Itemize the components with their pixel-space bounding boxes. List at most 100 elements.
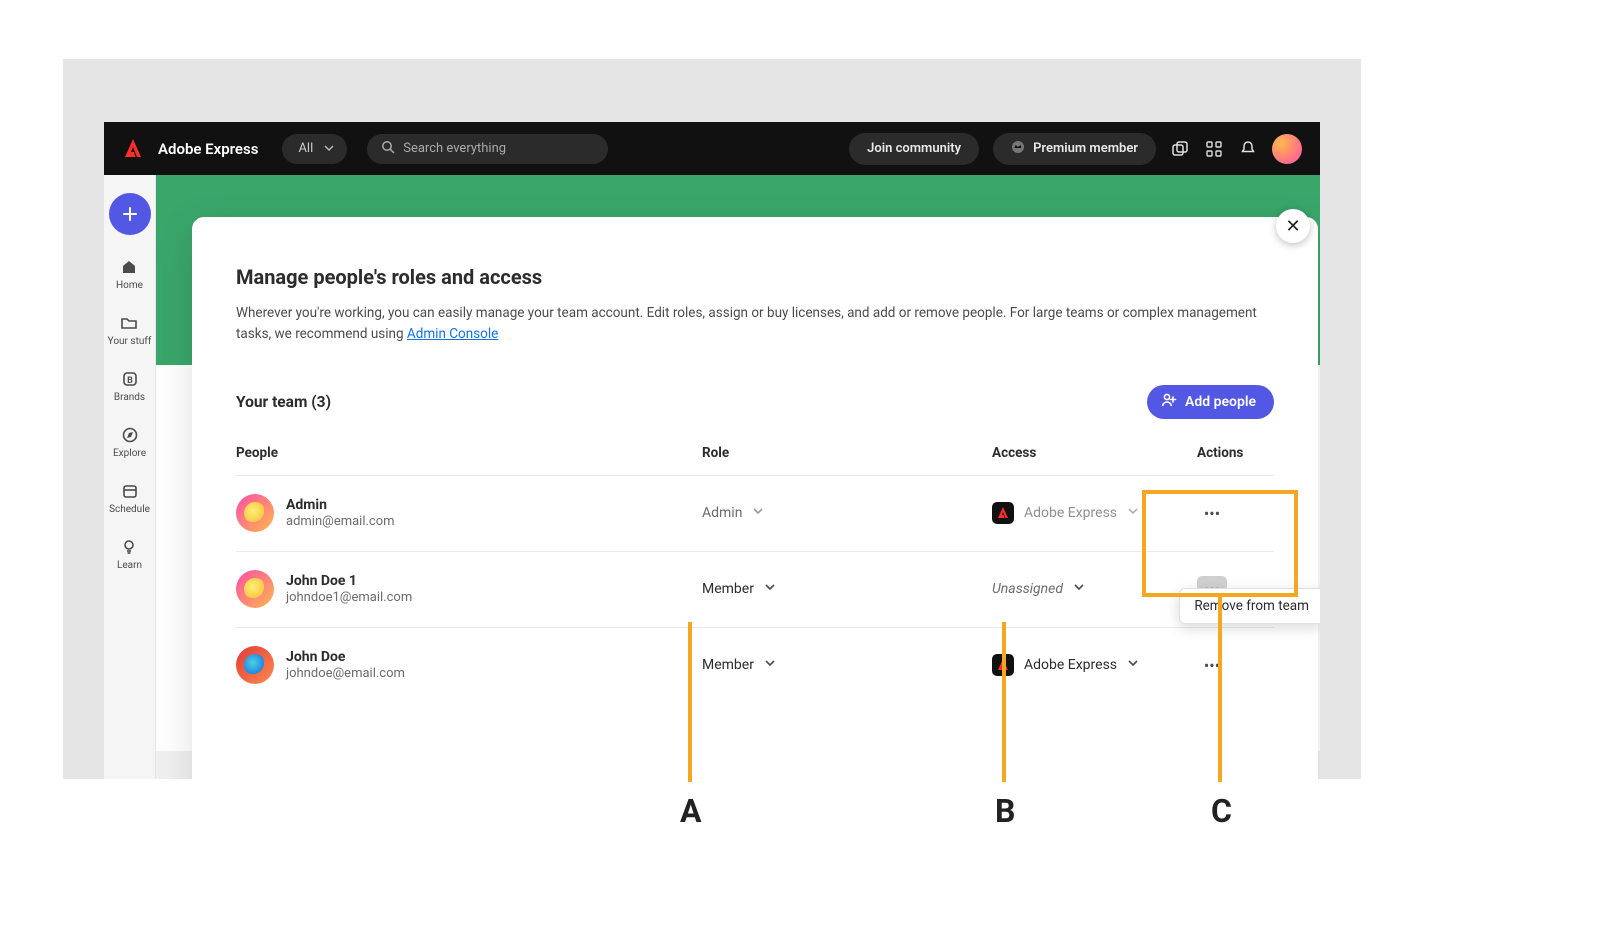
row-actions-button[interactable]: •••: [1197, 652, 1227, 678]
manage-people-modal: ✕ Manage people's roles and access Where…: [192, 217, 1318, 779]
close-button[interactable]: ✕: [1276, 209, 1310, 243]
sidebar: Home Your stuff B Brands Explore Schedul…: [104, 175, 156, 779]
folder-icon: [119, 313, 139, 333]
sidebar-item-schedule[interactable]: Schedule: [109, 481, 150, 515]
sidebar-label: Schedule: [109, 504, 150, 515]
chevron-down-icon: [1127, 657, 1139, 673]
chevron-down-icon: [1127, 505, 1139, 521]
chevron-down-icon: [752, 505, 764, 521]
outer-frame: Adobe Express All Search everything Join…: [63, 59, 1361, 779]
share-icon[interactable]: [1170, 139, 1190, 159]
avatar: [236, 646, 274, 684]
role-dropdown[interactable]: Member: [702, 657, 992, 673]
chevron-down-icon: [1073, 581, 1085, 597]
person-email: johndoe@email.com: [286, 666, 405, 681]
avatar: [236, 570, 274, 608]
modal-description-text: Wherever you're working, you can easily …: [236, 305, 1257, 342]
col-header-access: Access: [992, 445, 1197, 461]
chevron-down-icon: [764, 581, 776, 597]
person-name: John Doe: [286, 649, 405, 665]
create-new-button[interactable]: [109, 193, 151, 235]
annotation-letter-b: B: [995, 792, 1015, 830]
access-value: Adobe Express: [1024, 505, 1117, 521]
row-actions-button[interactable]: •••: [1197, 500, 1227, 526]
modal-description: Wherever you're working, you can easily …: [236, 303, 1266, 345]
adobe-express-icon: [992, 654, 1014, 676]
sidebar-item-learn[interactable]: Learn: [117, 537, 142, 571]
role-value: Member: [702, 581, 754, 597]
team-heading: Your team (3): [236, 393, 331, 411]
annotation-letter-a: A: [680, 792, 702, 830]
add-person-icon: [1161, 392, 1177, 412]
topbar: Adobe Express All Search everything Join…: [104, 122, 1320, 175]
app-name: Adobe Express: [158, 140, 258, 158]
app-window: Adobe Express All Search everything Join…: [104, 122, 1320, 779]
more-icon: •••: [1204, 504, 1220, 523]
access-value: Adobe Express: [1024, 657, 1117, 673]
premium-label: Premium member: [1033, 141, 1138, 156]
modal-title: Manage people's roles and access: [236, 265, 1274, 289]
sidebar-label: Explore: [113, 448, 146, 459]
access-dropdown[interactable]: Adobe Express: [992, 502, 1197, 524]
person-name: Admin: [286, 497, 395, 513]
col-header-actions: Actions: [1197, 445, 1274, 461]
compass-icon: [120, 425, 140, 445]
svg-text:B: B: [127, 376, 133, 386]
role-dropdown[interactable]: Member: [702, 581, 992, 597]
profile-avatar[interactable]: [1272, 134, 1302, 164]
table-row: Admin admin@email.com Admin Adobe Expres…: [236, 475, 1274, 551]
bulb-icon: [119, 537, 139, 557]
home-icon: [119, 257, 139, 277]
sidebar-item-home[interactable]: Home: [116, 257, 143, 291]
role-dropdown[interactable]: Admin: [702, 505, 992, 521]
premium-member-button[interactable]: Premium member: [993, 133, 1156, 165]
adobe-logo-icon: [122, 138, 144, 160]
more-icon: •••: [1204, 656, 1220, 675]
admin-console-link[interactable]: Admin Console: [407, 326, 498, 342]
people-table: People Role Access Actions Admin admin@e…: [236, 445, 1274, 703]
annotation-letter-c: C: [1211, 792, 1232, 830]
person-email: johndoe1@email.com: [286, 590, 412, 605]
sidebar-item-explore[interactable]: Explore: [113, 425, 146, 459]
person-name: John Doe 1: [286, 573, 412, 589]
bell-icon[interactable]: [1238, 139, 1258, 159]
access-value: Unassigned: [992, 581, 1063, 597]
brands-icon: B: [120, 369, 140, 389]
table-row: John Doe 1 johndoe1@email.com Member Una…: [236, 551, 1274, 627]
col-header-people: People: [236, 445, 702, 461]
search-icon: [381, 140, 395, 158]
add-people-button[interactable]: Add people: [1147, 385, 1274, 419]
search-input[interactable]: Search everything: [367, 134, 608, 164]
role-value: Admin: [702, 505, 742, 521]
filter-label: All: [298, 141, 313, 156]
avatar: [236, 494, 274, 532]
role-value: Member: [702, 657, 754, 673]
chevron-down-icon: [323, 142, 335, 158]
add-people-label: Add people: [1185, 394, 1256, 410]
sidebar-item-brands[interactable]: B Brands: [114, 369, 145, 403]
crown-icon: [1011, 140, 1025, 158]
search-placeholder: Search everything: [403, 141, 506, 156]
adobe-express-icon: [992, 502, 1014, 524]
join-community-button[interactable]: Join community: [849, 133, 979, 165]
team-header: Your team (3) Add people: [236, 385, 1274, 419]
chevron-down-icon: [764, 657, 776, 673]
sidebar-label: Learn: [117, 560, 142, 571]
sidebar-label: Brands: [114, 392, 145, 403]
table-header: People Role Access Actions: [236, 445, 1274, 475]
close-icon: ✕: [1285, 216, 1300, 237]
person-email: admin@email.com: [286, 514, 395, 529]
remove-from-team-menu-item[interactable]: Remove from team: [1179, 588, 1320, 624]
access-dropdown[interactable]: Adobe Express: [992, 654, 1197, 676]
join-community-label: Join community: [867, 141, 961, 156]
table-row: John Doe johndoe@email.com Member Adobe …: [236, 627, 1274, 703]
col-header-role: Role: [702, 445, 992, 461]
filter-dropdown[interactable]: All: [282, 134, 347, 164]
sidebar-label: Home: [116, 280, 143, 291]
sidebar-item-your-stuff[interactable]: Your stuff: [108, 313, 152, 347]
calendar-icon: [120, 481, 140, 501]
popover-label: Remove from team: [1194, 598, 1309, 614]
sidebar-label: Your stuff: [108, 336, 152, 347]
access-dropdown[interactable]: Unassigned: [992, 581, 1197, 597]
apps-grid-icon[interactable]: [1204, 139, 1224, 159]
